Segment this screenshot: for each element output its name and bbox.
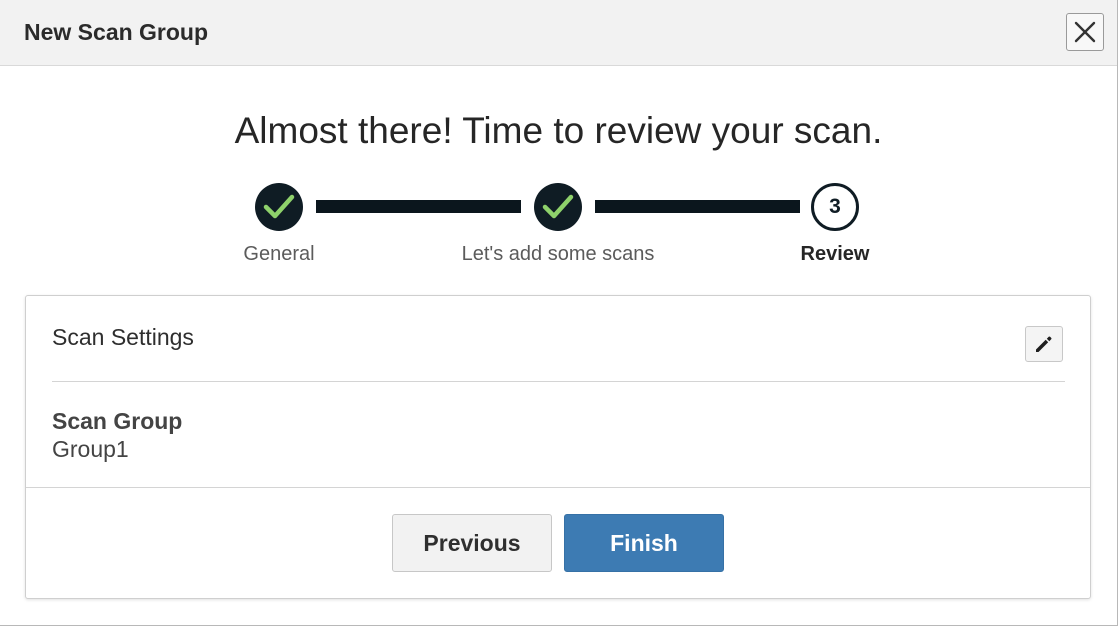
step-connector xyxy=(316,200,521,213)
finish-button[interactable]: Finish xyxy=(564,514,724,572)
review-card: Scan Settings Scan Group Group1 Previous… xyxy=(25,295,1091,599)
previous-button[interactable]: Previous xyxy=(392,514,552,572)
wizard-headline: Almost there! Time to review your scan. xyxy=(234,110,883,151)
step-label-review: Review xyxy=(800,243,870,265)
step-label-general: General xyxy=(243,243,315,265)
dialog-header: New Scan Group xyxy=(0,0,1117,66)
step-add-scans-indicator xyxy=(534,183,582,231)
footer-divider xyxy=(26,487,1090,488)
edit-scan-settings-button[interactable] xyxy=(1025,326,1063,362)
check-icon xyxy=(542,194,574,219)
close-button[interactable] xyxy=(1066,13,1104,51)
close-icon xyxy=(1074,21,1096,43)
dialog-title: New Scan Group xyxy=(24,19,209,45)
step-label-add-scans: Let's add some scans xyxy=(461,243,655,265)
step-general-indicator xyxy=(255,183,303,231)
section-divider xyxy=(52,381,1065,382)
scan-group-value: Group1 xyxy=(52,436,129,462)
new-scan-group-dialog: New Scan Group Almost there! Time to rev… xyxy=(0,0,1118,626)
scan-group-label: Scan Group xyxy=(52,408,183,434)
step-connector xyxy=(595,200,800,213)
step-review-indicator: 3 xyxy=(811,183,859,231)
check-icon xyxy=(263,194,295,219)
pencil-icon xyxy=(1036,336,1052,352)
step-number: 3 xyxy=(829,195,841,218)
scan-settings-title: Scan Settings xyxy=(52,324,194,350)
